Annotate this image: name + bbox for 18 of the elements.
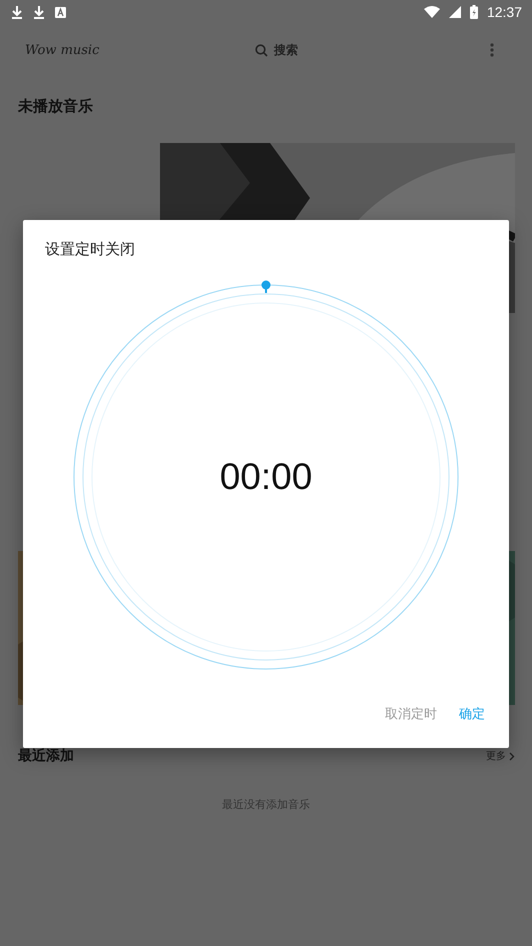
search-button[interactable]: 搜索	[255, 42, 298, 58]
search-icon	[255, 44, 268, 56]
battery-icon	[470, 5, 478, 19]
more-menu-icon[interactable]	[490, 43, 494, 57]
chevron-right-icon	[509, 752, 515, 760]
wifi-icon	[424, 6, 440, 18]
section-title: 最近添加	[18, 747, 74, 765]
download-icon	[11, 6, 23, 18]
download-icon	[33, 6, 45, 18]
app-logo: Wow music	[25, 42, 100, 58]
dial-handle[interactable]	[262, 280, 270, 293]
section-title: 未播放音乐	[18, 96, 94, 117]
timer-value: 00:00	[218, 455, 314, 499]
clock-time: 12:37	[486, 4, 522, 20]
signal-icon	[448, 6, 461, 18]
confirm-button[interactable]: 确定	[457, 703, 487, 725]
dialog-title: 设置定时关闭	[44, 239, 136, 260]
more-link[interactable]: 更多	[486, 749, 515, 763]
